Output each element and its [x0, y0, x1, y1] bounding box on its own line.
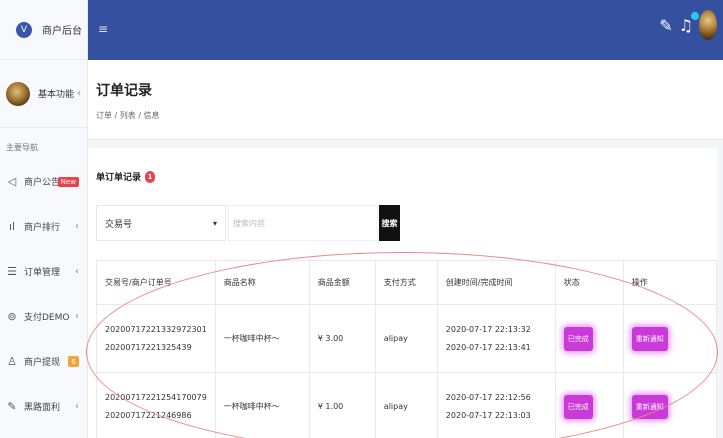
- brand[interactable]: V 商户后台: [0, 0, 87, 60]
- sidebar-item-misc[interactable]: ✎ 黑路面利 ‹: [0, 384, 87, 429]
- column-header: 商品金额: [308, 260, 376, 305]
- count-badge: 1: [145, 170, 156, 183]
- page-header: 订单记录 订单 / 列表 / 信息: [88, 60, 723, 140]
- trade-number-cell: 20200717221254170079 20200717221246986: [96, 372, 216, 438]
- edit-icon: ✎: [7, 400, 17, 413]
- user-menu-label: 基本功能: [38, 90, 75, 100]
- product-name: 一杯咖啡中杯～: [214, 304, 310, 373]
- card-title-text: 单订单记录: [96, 173, 142, 183]
- action-cell: 重新通知: [622, 372, 718, 438]
- search-field-select[interactable]: 交易号 ▾: [96, 205, 226, 241]
- sidebar-item-announcements[interactable]: ◁ 商户公告 New: [0, 159, 87, 204]
- brand-title: 商户后台: [42, 26, 82, 37]
- sidebar-item-orders[interactable]: ☰ 订单管理 ‹: [0, 249, 87, 294]
- orders-table: 交易号/商户订单号 商品名称 商品金额 支付方式 创建时间/完成时间 状态 操作…: [96, 260, 718, 438]
- trade-number: 20200717221332972301: [105, 324, 207, 334]
- page-title: 订单记录: [96, 83, 152, 99]
- chevron-left-icon: ‹: [75, 266, 79, 277]
- status-badge: 已完成: [563, 394, 593, 419]
- new-badge: New: [57, 176, 79, 187]
- completed-time: 2020-07-17 22:13:41: [445, 342, 531, 352]
- status-cell: 已完成: [554, 372, 624, 438]
- sidebar-item-label: 商户公告: [24, 178, 61, 188]
- search-input[interactable]: [228, 205, 378, 241]
- breadcrumb: 订单 / 列表 / 信息: [96, 111, 160, 120]
- column-header: 操作: [622, 260, 718, 305]
- nav-section-label: 主要导航: [6, 143, 38, 152]
- order-number: 20200717221246986: [105, 410, 192, 420]
- sidebar-item-label: 支付DEMO: [24, 313, 70, 323]
- trade-number: 20200717221254170079: [105, 392, 207, 402]
- menu-toggle-icon[interactable]: ≡: [98, 22, 108, 36]
- top-bar: ≡ ✎ ♫: [88, 0, 723, 60]
- column-header: 支付方式: [374, 260, 438, 305]
- sidebar-item-ranking[interactable]: ıl 商户排行 ‹: [0, 204, 87, 249]
- select-value: 交易号: [105, 219, 133, 230]
- payment-method: alipay: [374, 304, 438, 373]
- amount: ¥ 3.00: [308, 304, 376, 373]
- chevron-left-icon: ‹: [75, 311, 79, 322]
- time-cell: 2020-07-17 22:12:56 2020-07-17 22:13:03: [436, 372, 556, 438]
- megaphone-icon: ◁: [7, 175, 17, 188]
- status-cell: 已完成: [554, 304, 624, 373]
- chevron-down-icon: ▾: [212, 218, 217, 228]
- sidebar-item-withdraw[interactable]: ♙ 商户提现 6: [0, 339, 87, 384]
- column-header: 商品名称: [214, 260, 310, 305]
- bell-icon[interactable]: ♫: [679, 11, 699, 35]
- sidebar-item-label: 商户提现: [24, 358, 61, 368]
- avatar: [6, 81, 30, 106]
- action-cell: 重新通知: [622, 304, 718, 373]
- column-header: 状态: [554, 260, 624, 305]
- clipboard-check-icon[interactable]: ✎: [659, 16, 672, 35]
- chevron-left-icon: ‹: [77, 88, 81, 99]
- column-header: 创建时间/完成时间: [436, 260, 556, 305]
- renotify-button[interactable]: 重新通知: [631, 326, 668, 351]
- sidebar: V 商户后台 基本功能 ‹ 主要导航 ◁ 商户公告 New ıl 商户排行 ‹ …: [0, 0, 88, 438]
- sidebar-item-label: 订单管理: [24, 268, 61, 278]
- user-icon: ♙: [7, 355, 17, 368]
- top-icons: ✎ ♫: [659, 10, 717, 40]
- time-cell: 2020-07-17 22:13:32 2020-07-17 22:13:41: [436, 304, 556, 373]
- bar-chart-icon: ıl: [8, 220, 16, 233]
- sidebar-item-label: 黑路面利: [24, 403, 61, 413]
- orders-card: 单订单记录 1 交易号 ▾ 搜索 交易号/商户订单号 商品名称 商品金额 支付方…: [88, 148, 718, 438]
- sidebar-item-pay-demo[interactable]: ⊚ 支付DEMO ‹: [0, 294, 87, 339]
- product-name: 一杯咖啡中杯～: [214, 372, 310, 438]
- completed-time: 2020-07-17 22:13:03: [445, 410, 531, 420]
- chevron-left-icon: ‹: [75, 221, 79, 232]
- table-row: 20200717221254170079 20200717221246986 一…: [96, 372, 718, 438]
- trade-number-cell: 20200717221332972301 20200717221325439: [96, 304, 216, 373]
- renotify-button[interactable]: 重新通知: [631, 394, 668, 419]
- amount: ¥ 1.00: [308, 372, 376, 438]
- created-time: 2020-07-17 22:13:32: [445, 324, 531, 334]
- search-button[interactable]: 搜索: [379, 205, 400, 241]
- column-header: 交易号/商户订单号: [96, 260, 216, 305]
- brand-logo-icon: V: [16, 21, 32, 38]
- order-number: 20200717221325439: [105, 342, 192, 352]
- chevron-left-icon: ‹: [75, 401, 79, 412]
- pay-icon: ⊚: [7, 310, 17, 323]
- table-header-row: 交易号/商户订单号 商品名称 商品金额 支付方式 创建时间/完成时间 状态 操作: [96, 260, 718, 305]
- card-title: 单订单记录 1: [96, 170, 156, 183]
- created-time: 2020-07-17 22:12:56: [445, 392, 531, 402]
- payment-method: alipay: [374, 372, 438, 438]
- table-row: 20200717221332972301 20200717221325439 一…: [96, 304, 718, 373]
- sidebar-item-label: 商户排行: [24, 223, 61, 233]
- notification-dot: [691, 11, 699, 20]
- avatar[interactable]: [699, 10, 717, 40]
- count-badge: 6: [68, 356, 79, 367]
- status-badge: 已完成: [563, 326, 593, 351]
- user-menu[interactable]: 基本功能 ‹: [0, 60, 87, 128]
- list-icon: ☰: [7, 265, 17, 278]
